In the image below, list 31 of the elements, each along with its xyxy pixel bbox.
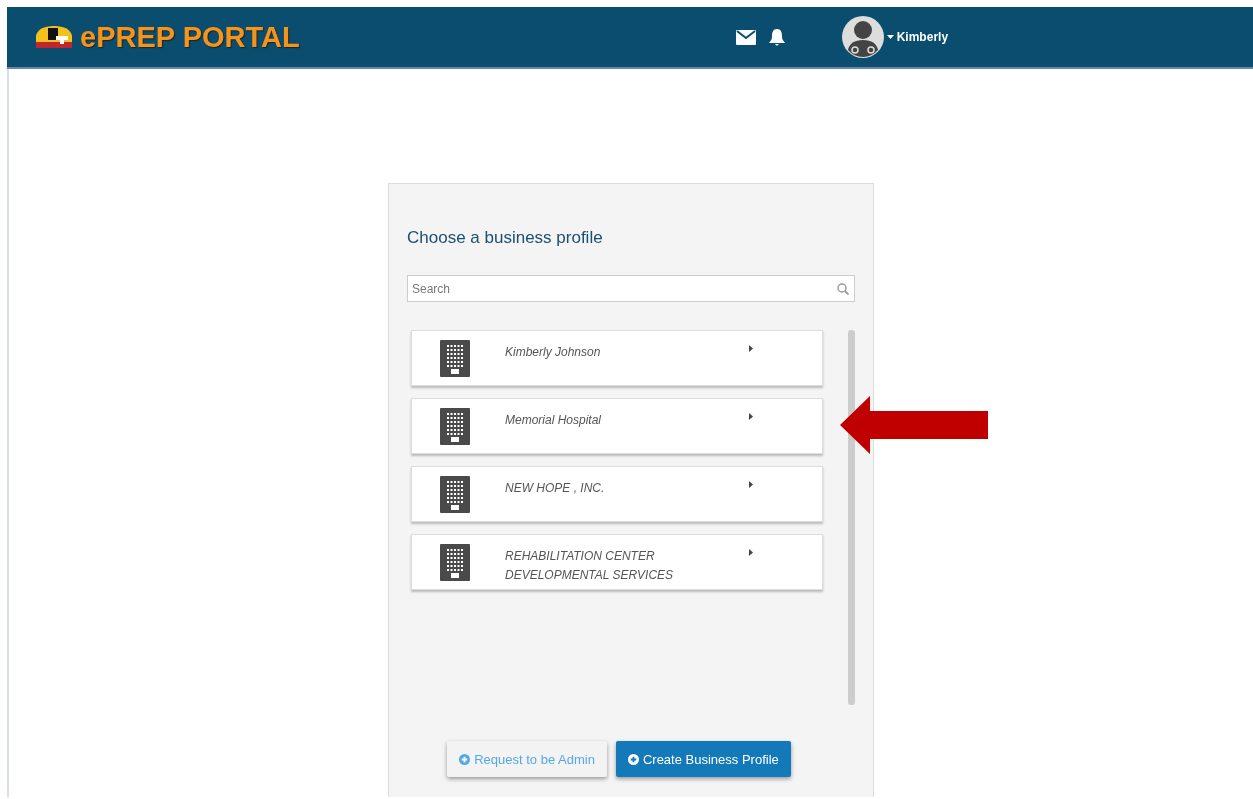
user-name[interactable]: Kimberly: [896, 30, 949, 44]
profile-name: NEW HOPE , INC.: [505, 480, 606, 497]
profile-item[interactable]: Kimberly Johnson: [411, 330, 823, 386]
app-logo-text: ePREP PORTAL: [80, 20, 300, 54]
caret-right-icon: [749, 549, 753, 556]
scrollbar[interactable]: [848, 330, 855, 705]
profile-name: Kimberly Johnson: [505, 344, 602, 361]
flag-logo-icon: [34, 24, 74, 50]
caret-icon[interactable]: [886, 35, 894, 39]
search-icon: [837, 283, 849, 295]
profile-name: Memorial Hospital: [505, 412, 603, 429]
building-icon: [440, 476, 470, 513]
plus-circle-icon: [627, 753, 639, 765]
profile-item[interactable]: REHABILITATION CENTER DEVELOPMENTAL SERVICES: [411, 534, 823, 590]
mail-icon[interactable]: [735, 29, 756, 45]
caret-right-icon: [749, 481, 753, 488]
caret-right-icon: [749, 413, 753, 420]
profile-name: REHABILITATION CENTER DEVELOPMENTAL SERVICES: [505, 548, 675, 584]
building-icon: [440, 340, 470, 377]
caret-right-icon: [749, 345, 753, 352]
avatar-icon[interactable]: [841, 16, 884, 58]
profile-item[interactable]: NEW HOPE , INC.: [411, 466, 823, 522]
profile-item[interactable]: Memorial Hospital: [411, 398, 823, 454]
arrow-annotation-icon: [840, 396, 988, 454]
button[interactable]: Create Business Profile: [615, 741, 791, 777]
plus-circle-icon: [459, 753, 471, 765]
building-icon: [440, 408, 470, 445]
building-icon: [440, 544, 470, 581]
search-field[interactable]: Search: [407, 275, 855, 302]
bell-icon[interactable]: [767, 27, 786, 47]
card-title: Choose a business profile: [407, 228, 604, 248]
